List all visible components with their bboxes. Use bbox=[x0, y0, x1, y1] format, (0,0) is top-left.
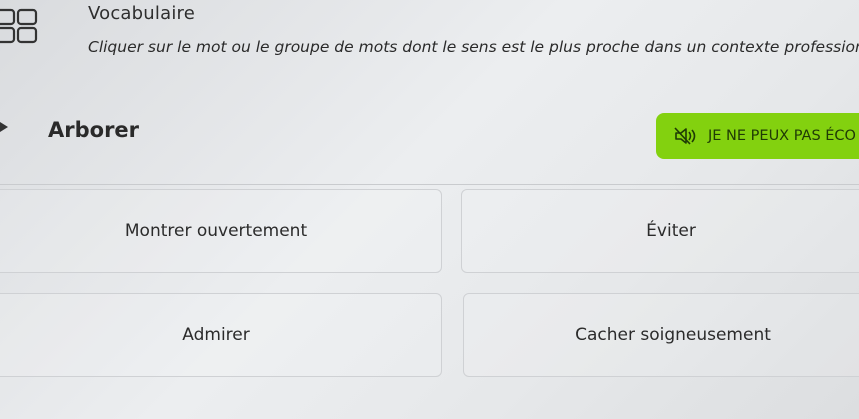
question-word: Arborer bbox=[48, 118, 140, 142]
speaker-muted-icon bbox=[674, 127, 696, 145]
answer-option-1[interactable]: Montrer ouvertement bbox=[0, 189, 442, 273]
divider bbox=[0, 184, 859, 185]
answer-option-label: Admirer bbox=[182, 325, 250, 345]
answer-option-4[interactable]: Cacher soigneusement bbox=[463, 293, 859, 377]
answer-option-label: Éviter bbox=[646, 221, 696, 241]
play-arrow-icon[interactable] bbox=[0, 122, 8, 132]
answer-option-label: Cacher soigneusement bbox=[575, 325, 771, 345]
cant-listen-label: JE NE PEUX PAS ÉCO bbox=[708, 128, 856, 144]
vocabulary-grid-icon bbox=[0, 8, 38, 44]
instruction-text: Cliquer sur le mot ou le groupe de mots … bbox=[88, 38, 859, 56]
cant-listen-button[interactable]: JE NE PEUX PAS ÉCO bbox=[656, 113, 859, 159]
answer-option-2[interactable]: Éviter bbox=[461, 189, 859, 273]
answer-option-label: Montrer ouvertement bbox=[124, 221, 308, 241]
page-title: Vocabulaire bbox=[88, 3, 196, 24]
answer-option-3[interactable]: Admirer bbox=[0, 293, 442, 377]
